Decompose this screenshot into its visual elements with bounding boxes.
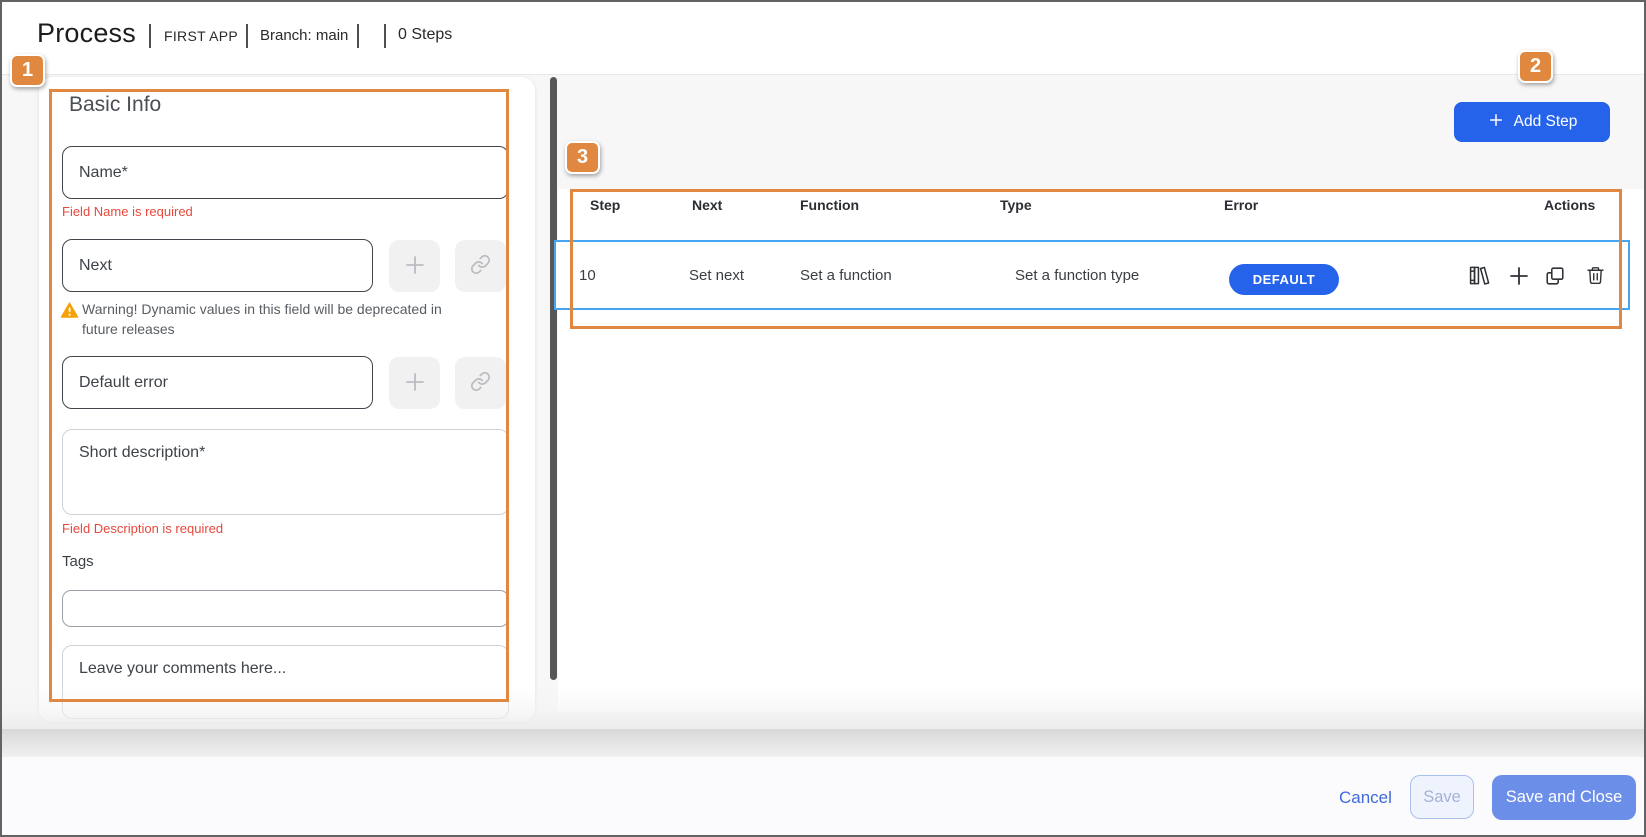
column-header-type: Type xyxy=(1000,197,1032,213)
warning-triangle-icon xyxy=(60,301,79,324)
add-step-label: Add Step xyxy=(1514,113,1578,131)
basic-info-title: Basic Info xyxy=(69,93,161,117)
short-description-textarea[interactable] xyxy=(62,429,509,515)
scroll-shadow-band xyxy=(2,729,1644,757)
process-modal: Process FIRST APP Branch: main 0 Steps B… xyxy=(0,0,1646,837)
column-header-step: Step xyxy=(590,197,620,213)
cancel-button[interactable]: Cancel xyxy=(1339,788,1392,808)
cell-step: 10 xyxy=(579,267,596,284)
page-title: Process xyxy=(37,18,136,49)
cell-next: Set next xyxy=(689,267,744,284)
comments-textarea[interactable] xyxy=(62,645,509,719)
action-add-button[interactable] xyxy=(1505,263,1533,291)
next-link-button[interactable] xyxy=(455,240,506,292)
error-default-badge: DEFAULT xyxy=(1229,264,1339,295)
next-add-value-button[interactable] xyxy=(389,240,440,292)
default-error-add-value-button[interactable] xyxy=(389,357,440,409)
plus-icon xyxy=(1487,111,1505,134)
plus-icon xyxy=(403,253,427,280)
add-step-button[interactable]: Add Step xyxy=(1454,102,1610,142)
name-input[interactable] xyxy=(62,146,509,199)
link-icon xyxy=(470,254,491,278)
action-copy-button[interactable] xyxy=(1541,263,1569,291)
action-library-button[interactable] xyxy=(1465,263,1493,291)
header-separator xyxy=(149,24,151,48)
callout-badge-2: 2 xyxy=(1518,50,1553,83)
action-delete-button[interactable] xyxy=(1581,263,1609,291)
next-input[interactable] xyxy=(62,239,373,292)
header-separator xyxy=(246,24,248,48)
name-error-text: Field Name is required xyxy=(62,204,193,219)
library-icon xyxy=(1468,264,1491,290)
save-button[interactable]: Save xyxy=(1410,775,1474,819)
plus-icon xyxy=(403,370,427,397)
callout-badge-1: 1 xyxy=(10,54,45,87)
trash-icon xyxy=(1585,265,1606,289)
cell-type: Set a function type xyxy=(1015,267,1139,284)
tags-label: Tags xyxy=(62,553,94,570)
callout-badge-3: 3 xyxy=(565,141,600,174)
plus-icon xyxy=(1507,264,1531,291)
tags-input[interactable] xyxy=(62,590,509,627)
modal-header: Process FIRST APP Branch: main 0 Steps xyxy=(2,2,1644,75)
column-header-error: Error xyxy=(1224,197,1258,213)
cell-function: Set a function xyxy=(800,267,892,284)
header-separator xyxy=(384,24,386,48)
app-name-label: FIRST APP xyxy=(164,28,238,44)
description-error-text: Field Description is required xyxy=(62,521,223,536)
column-header-function: Function xyxy=(800,197,859,213)
default-error-link-button[interactable] xyxy=(455,357,506,409)
save-and-close-button[interactable]: Save and Close xyxy=(1492,775,1636,820)
link-icon xyxy=(470,371,491,395)
column-header-actions: Actions xyxy=(1544,197,1595,213)
header-separator xyxy=(357,24,359,48)
steps-count-label: 0 Steps xyxy=(398,26,452,44)
modal-footer xyxy=(2,757,1644,837)
copy-icon xyxy=(1544,265,1566,290)
default-error-input[interactable] xyxy=(62,356,373,409)
panel-resize-divider[interactable] xyxy=(550,77,557,680)
column-header-next: Next xyxy=(692,197,722,213)
warning-text: Warning! Dynamic values in this field wi… xyxy=(82,299,474,339)
branch-label: Branch: main xyxy=(260,27,348,44)
